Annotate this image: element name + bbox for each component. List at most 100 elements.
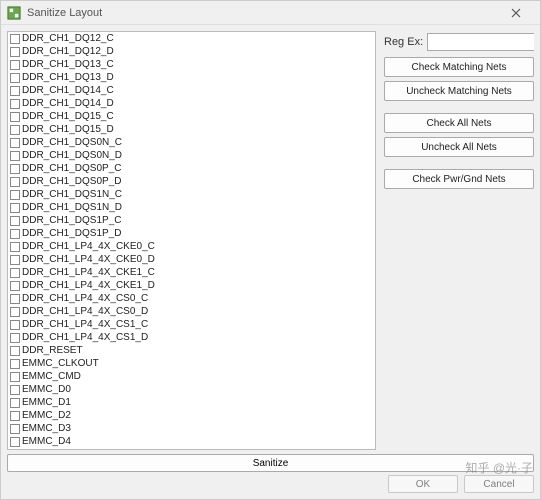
net-checkbox[interactable] bbox=[10, 229, 20, 239]
net-label: EMMC_D1 bbox=[22, 396, 71, 409]
net-checkbox[interactable] bbox=[10, 216, 20, 226]
net-list-item[interactable]: DDR_CH1_DQ14_D bbox=[8, 97, 375, 110]
check-matching-button[interactable]: Check Matching Nets bbox=[384, 57, 534, 77]
net-checkbox[interactable] bbox=[10, 307, 20, 317]
net-list-item[interactable]: EMMC_D0 bbox=[8, 383, 375, 396]
net-checkbox[interactable] bbox=[10, 346, 20, 356]
net-list-item[interactable]: DDR_CH1_DQ13_C bbox=[8, 58, 375, 71]
net-list-item[interactable]: EMMC_D5 bbox=[8, 448, 375, 450]
net-label: DDR_CH1_DQ13_D bbox=[22, 71, 114, 84]
net-checkbox[interactable] bbox=[10, 86, 20, 96]
net-list-item[interactable]: DDR_CH1_DQ15_D bbox=[8, 123, 375, 136]
net-checkbox[interactable] bbox=[10, 138, 20, 148]
net-checkbox[interactable] bbox=[10, 320, 20, 330]
net-checkbox[interactable] bbox=[10, 437, 20, 447]
uncheck-all-button[interactable]: Uncheck All Nets bbox=[384, 137, 534, 157]
net-checkbox[interactable] bbox=[10, 73, 20, 83]
net-checkbox[interactable] bbox=[10, 242, 20, 252]
net-label: DDR_CH1_DQS1N_D bbox=[22, 201, 122, 214]
regex-input[interactable] bbox=[427, 33, 534, 51]
net-list-item[interactable]: DDR_CH1_LP4_4X_CS0_C bbox=[8, 292, 375, 305]
net-label: DDR_CH1_LP4_4X_CKE1_D bbox=[22, 279, 155, 292]
net-checkbox[interactable] bbox=[10, 203, 20, 213]
net-list-item[interactable]: DDR_CH1_LP4_4X_CS1_C bbox=[8, 318, 375, 331]
net-label: DDR_CH1_DQS1N_C bbox=[22, 188, 122, 201]
net-list-item[interactable]: EMMC_D3 bbox=[8, 422, 375, 435]
net-label: EMMC_D4 bbox=[22, 435, 71, 448]
net-label: DDR_CH1_DQ15_C bbox=[22, 110, 114, 123]
net-checkbox[interactable] bbox=[10, 294, 20, 304]
net-list-item[interactable]: DDR_CH1_DQ13_D bbox=[8, 71, 375, 84]
net-checkbox[interactable] bbox=[10, 398, 20, 408]
net-checkbox[interactable] bbox=[10, 151, 20, 161]
net-checkbox[interactable] bbox=[10, 47, 20, 57]
net-checkbox[interactable] bbox=[10, 359, 20, 369]
net-list-item[interactable]: DDR_CH1_DQS1N_C bbox=[8, 188, 375, 201]
net-list-item[interactable]: EMMC_CLKOUT bbox=[8, 357, 375, 370]
net-list-item[interactable]: DDR_CH1_DQ12_C bbox=[8, 32, 375, 45]
net-label: DDR_CH1_LP4_4X_CKE1_C bbox=[22, 266, 155, 279]
net-checkbox[interactable] bbox=[10, 411, 20, 421]
check-pwr-gnd-button[interactable]: Check Pwr/Gnd Nets bbox=[384, 169, 534, 189]
close-button[interactable] bbox=[498, 3, 534, 23]
net-list-item[interactable]: DDR_CH1_LP4_4X_CKE1_D bbox=[8, 279, 375, 292]
net-list-item[interactable]: EMMC_D4 bbox=[8, 435, 375, 448]
regex-label: Reg Ex: bbox=[384, 36, 423, 48]
net-label: DDR_CH1_LP4_4X_CS0_C bbox=[22, 292, 148, 305]
net-checkbox[interactable] bbox=[10, 99, 20, 109]
regex-row: Reg Ex: bbox=[384, 33, 534, 51]
net-list-item[interactable]: DDR_CH1_DQ14_C bbox=[8, 84, 375, 97]
net-list-item[interactable]: DDR_CH1_DQS1P_D bbox=[8, 227, 375, 240]
net-list-item[interactable]: DDR_CH1_DQS0N_D bbox=[8, 149, 375, 162]
net-label: DDR_CH1_LP4_4X_CKE0_D bbox=[22, 253, 155, 266]
net-label: DDR_CH1_DQ12_C bbox=[22, 32, 114, 45]
net-checkbox[interactable] bbox=[10, 281, 20, 291]
uncheck-matching-button[interactable]: Uncheck Matching Nets bbox=[384, 81, 534, 101]
net-checkbox[interactable] bbox=[10, 333, 20, 343]
net-list-item[interactable]: DDR_CH1_DQS1P_C bbox=[8, 214, 375, 227]
net-checkbox[interactable] bbox=[10, 125, 20, 135]
net-list-item[interactable]: EMMC_D1 bbox=[8, 396, 375, 409]
net-checkbox[interactable] bbox=[10, 450, 20, 451]
net-list-item[interactable]: DDR_CH1_DQ15_C bbox=[8, 110, 375, 123]
cancel-button[interactable]: Cancel bbox=[464, 475, 534, 493]
net-list-item[interactable]: DDR_CH1_DQS0P_C bbox=[8, 162, 375, 175]
net-checkbox[interactable] bbox=[10, 60, 20, 70]
net-checkbox[interactable] bbox=[10, 255, 20, 265]
ok-button[interactable]: OK bbox=[388, 475, 458, 493]
net-list-item[interactable]: DDR_CH1_LP4_4X_CKE0_C bbox=[8, 240, 375, 253]
net-label: DDR_CH1_LP4_4X_CKE0_C bbox=[22, 240, 155, 253]
net-checkbox[interactable] bbox=[10, 268, 20, 278]
net-checkbox[interactable] bbox=[10, 164, 20, 174]
net-label: DDR_CH1_DQ12_D bbox=[22, 45, 114, 58]
dialog-window: Sanitize Layout DDR_CH1_DQ12_CDDR_CH1_DQ… bbox=[0, 0, 541, 500]
net-list-item[interactable]: DDR_CH1_LP4_4X_CS0_D bbox=[8, 305, 375, 318]
net-checkbox[interactable] bbox=[10, 112, 20, 122]
dialog-body: DDR_CH1_DQ12_CDDR_CH1_DQ12_DDDR_CH1_DQ13… bbox=[1, 25, 540, 499]
net-checkbox[interactable] bbox=[10, 190, 20, 200]
ok-cancel-row: OK Cancel bbox=[7, 475, 534, 493]
net-list-item[interactable]: DDR_CH1_LP4_4X_CKE0_D bbox=[8, 253, 375, 266]
net-list-item[interactable]: DDR_RESET bbox=[8, 344, 375, 357]
net-list-item[interactable]: DDR_CH1_DQ12_D bbox=[8, 45, 375, 58]
net-label: EMMC_CMD bbox=[22, 370, 81, 383]
sanitize-button[interactable]: Sanitize bbox=[7, 454, 534, 472]
net-checkbox[interactable] bbox=[10, 385, 20, 395]
nets-listbox[interactable]: DDR_CH1_DQ12_CDDR_CH1_DQ12_DDDR_CH1_DQ13… bbox=[7, 31, 376, 450]
net-checkbox[interactable] bbox=[10, 34, 20, 44]
net-checkbox[interactable] bbox=[10, 177, 20, 187]
net-list-item[interactable]: EMMC_D2 bbox=[8, 409, 375, 422]
bottom-area: Sanitize OK Cancel bbox=[7, 454, 534, 493]
net-checkbox[interactable] bbox=[10, 372, 20, 382]
net-label: DDR_CH1_LP4_4X_CS1_D bbox=[22, 331, 148, 344]
net-list-item[interactable]: DDR_CH1_DQS0N_C bbox=[8, 136, 375, 149]
net-list-item[interactable]: DDR_CH1_DQS0P_D bbox=[8, 175, 375, 188]
net-list-item[interactable]: EMMC_CMD bbox=[8, 370, 375, 383]
net-list-item[interactable]: DDR_CH1_DQS1N_D bbox=[8, 201, 375, 214]
net-list-item[interactable]: DDR_CH1_LP4_4X_CS1_D bbox=[8, 331, 375, 344]
net-checkbox[interactable] bbox=[10, 424, 20, 434]
titlebar: Sanitize Layout bbox=[1, 1, 540, 25]
check-all-button[interactable]: Check All Nets bbox=[384, 113, 534, 133]
net-list-item[interactable]: DDR_CH1_LP4_4X_CKE1_C bbox=[8, 266, 375, 279]
net-label: DDR_CH1_DQS0P_C bbox=[22, 162, 121, 175]
